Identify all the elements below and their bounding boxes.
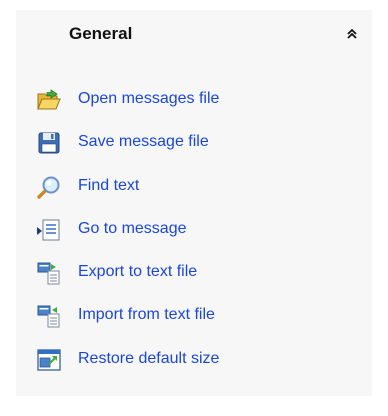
panel-title: General: [69, 24, 133, 43]
export-to-text-file-link[interactable]: Export to text file: [16, 255, 372, 298]
open-messages-file-link[interactable]: Open messages file: [16, 82, 372, 125]
find-text-link[interactable]: Find text: [16, 169, 372, 212]
magnifier-icon: [36, 174, 62, 200]
item-label: Save message file: [78, 133, 209, 151]
import-from-text-file-link[interactable]: Import from text file: [16, 298, 372, 341]
item-label: Find text: [78, 176, 140, 194]
panel-items: Open messages file Save message file Fin…: [16, 82, 372, 385]
item-label: Export to text file: [78, 263, 198, 281]
restore-size-icon: [36, 347, 62, 373]
save-message-file-link[interactable]: Save message file: [16, 125, 372, 168]
floppy-disk-icon: [36, 130, 62, 156]
item-label: Restore default size: [78, 349, 220, 367]
item-label: Import from text file: [78, 306, 215, 324]
restore-default-size-link[interactable]: Restore default size: [16, 342, 372, 385]
item-label: Go to message: [78, 219, 187, 237]
general-panel: General Open messages file Save message …: [16, 10, 372, 396]
go-to-message-icon: [36, 217, 62, 243]
folder-open-icon: [36, 87, 62, 113]
import-icon: [36, 303, 62, 329]
double-chevron-up-icon[interactable]: [344, 26, 360, 42]
panel-header[interactable]: General: [16, 10, 372, 58]
item-label: Open messages file: [78, 90, 220, 107]
export-icon: [36, 260, 62, 286]
go-to-message-link[interactable]: Go to message: [16, 212, 372, 255]
